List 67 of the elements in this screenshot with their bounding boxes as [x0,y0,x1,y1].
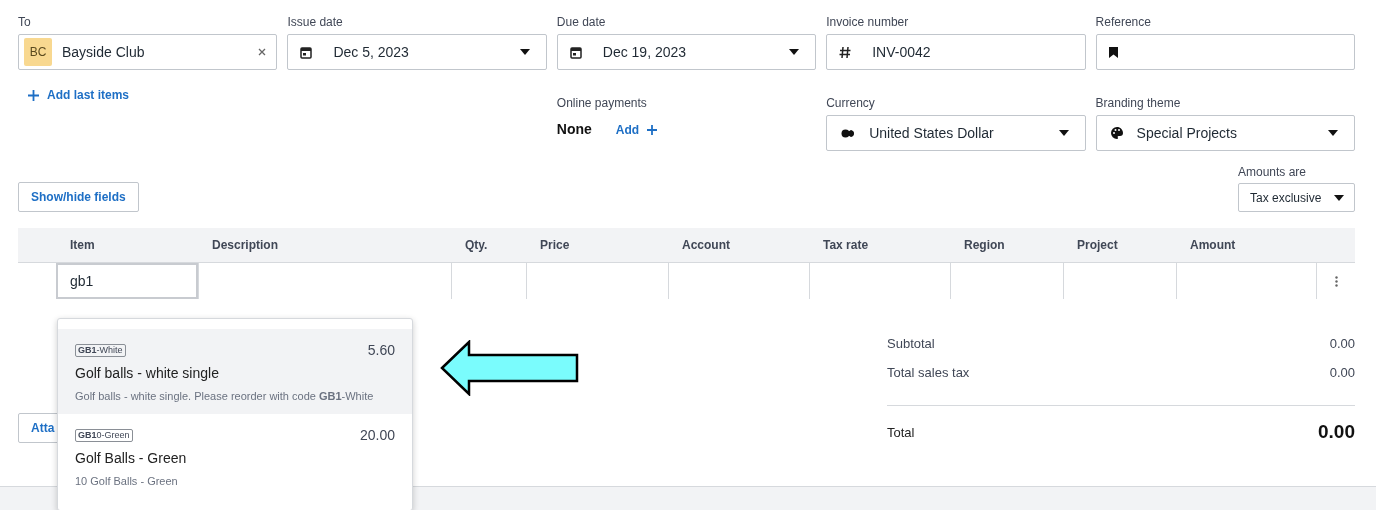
caret-icon [519,49,530,55]
column-header: Account [682,237,730,254]
plus-icon [28,89,39,101]
column-header: Region [964,237,1005,254]
input-field[interactable]: Dec 5, 2023 [287,34,547,70]
column-header: Project [1077,237,1118,254]
caret-icon [1334,194,1344,201]
dropdown[interactable]: United States Dollar [826,115,1086,151]
caret-icon [1058,130,1069,136]
field-value: INV-0042 [872,42,932,62]
hash-icon [839,45,852,59]
field-label: Amounts are [1238,165,1308,179]
show-hide-fields-button[interactable]: Show/hide fields [18,182,139,212]
dropdown[interactable]: Special Projects [1095,115,1355,151]
item-price: 20.00 [359,425,395,445]
total-label: Total sales tax [887,363,970,382]
item-description: 10 Golf Balls - Green [75,473,179,489]
add-last-items-link[interactable]: Add last items [28,86,278,104]
field-label: Invoice number [826,15,910,29]
currency-icon [841,128,856,138]
input-field[interactable]: gb1 [56,263,198,299]
item-name: Golf Balls - Green [75,448,188,468]
column-header: Description [212,237,278,254]
bookmark-icon [1108,46,1118,58]
plus-icon [647,124,658,135]
dropdown[interactable]: Tax exclusive [1238,183,1355,212]
field-label: Currency [826,96,876,110]
field-value: Dec 19, 2023 [602,42,688,62]
calendar-icon [300,45,313,59]
field-label: Reference [1095,15,1152,29]
field-value: Bayside Club [62,42,146,62]
item-description: Golf balls - white single. Please reorder with code GB1-White [75,389,375,404]
column-header: Item [70,237,95,254]
total-value: 0.00 [1318,420,1355,444]
item-code-tag: GB10-Green [75,428,133,442]
calendar-icon [569,45,582,59]
close-icon[interactable] [258,48,267,56]
field-label: To [18,15,32,29]
suggestion-item[interactable]: GB1-White 5.60 Golf balls - white single Golf balls - white single. Please reorder with code GB1-White [58,329,412,414]
add-payment-link[interactable]: Add [615,120,658,139]
input-field[interactable]: Dec 19, 2023 [556,34,817,70]
field-label: Due date [556,15,607,29]
suggestion-item[interactable]: GB10-Green 20.00 Golf Balls - Green 10 Golf Balls - Green [58,413,412,498]
input-field[interactable] [1095,34,1355,70]
field-label: Issue date [287,15,344,29]
column-header: Amount [1190,237,1236,254]
caret-icon [1328,130,1338,136]
field-value: Dec 5, 2023 [333,42,410,62]
column-header: Qty. [465,237,488,254]
field-label: Online payments [556,96,648,110]
field-label: Branding theme [1095,96,1182,110]
item-name: Golf balls - white single [75,364,220,383]
item-price: 5.60 [367,341,395,360]
column-header: Price [540,237,570,254]
caret-icon [789,49,800,55]
palette-icon [1110,127,1123,139]
more-icon[interactable] [1334,275,1338,287]
total-value: 0.00 [1329,363,1355,382]
total-label: Total [887,423,915,442]
input-field[interactable]: INV-0042 [826,34,1086,70]
item-code-tag: GB1-White [75,344,126,357]
avatar: BC [24,38,52,66]
total-value: 0.00 [1329,334,1355,353]
payment-status: None [556,120,592,139]
column-header: Tax rate [823,237,869,254]
input-field[interactable]: BC Bayside Club [18,34,278,70]
total-label: Subtotal [887,334,935,353]
